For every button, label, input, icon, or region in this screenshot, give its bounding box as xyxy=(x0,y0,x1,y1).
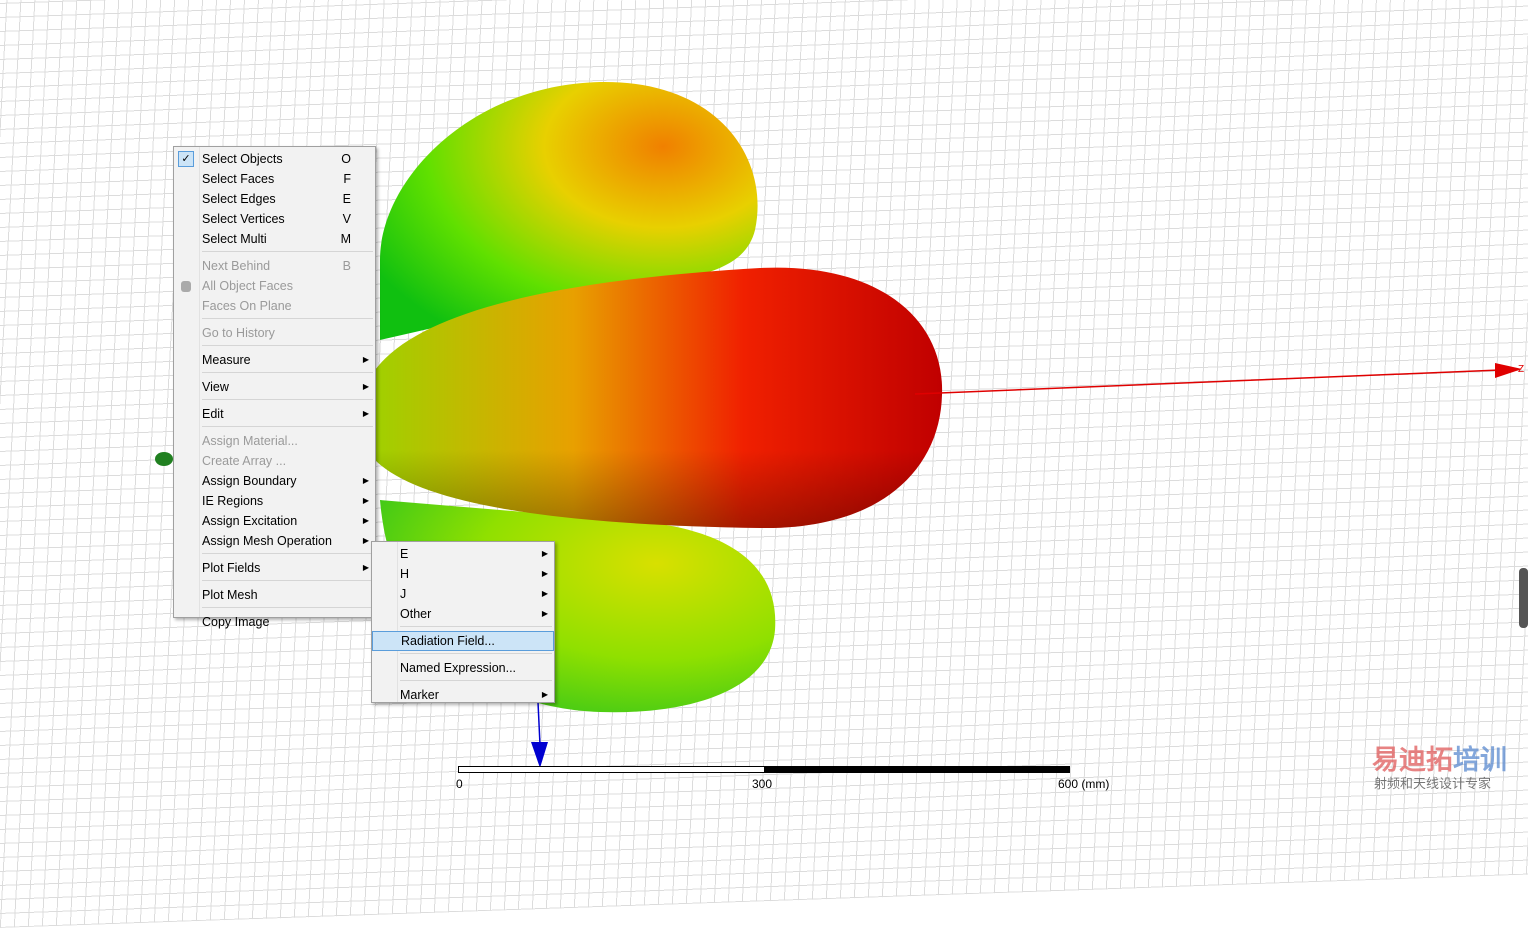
menu-item-radiation-field[interactable]: Radiation Field... xyxy=(372,631,554,651)
menu-item-assign-material: Assign Material... xyxy=(174,431,375,451)
submenu-arrow-icon: ▶ xyxy=(362,563,369,572)
menu-item-label: Assign Material... xyxy=(202,434,298,448)
watermark-tagline: 射频和天线设计专家 xyxy=(1374,776,1492,791)
menu-item-label: Faces On Plane xyxy=(202,299,292,313)
watermark-logo: 易迪拓培训 xyxy=(1372,745,1507,775)
small-lobe xyxy=(155,452,173,466)
check-icon: ✓ xyxy=(178,151,194,167)
menu-item-label: Marker xyxy=(400,688,439,702)
plot-fields-submenu: E ▶ H ▶ J ▶ Other ▶ Radiation Field... Named Expr… xyxy=(371,541,555,703)
menu-item-label: E xyxy=(400,547,409,561)
menu-item-label: Assign Mesh Operation xyxy=(202,534,332,548)
submenu-arrow-icon: ▶ xyxy=(541,609,548,618)
menu-item-label: Next Behind xyxy=(202,259,271,273)
menu-item-select-multi[interactable]: Select Multi M xyxy=(174,229,375,249)
y-axis xyxy=(537,701,541,746)
submenu-arrow-icon: ▶ xyxy=(541,549,548,558)
menu-item-assign-boundary[interactable]: Assign Boundary ▶ xyxy=(174,471,375,491)
menu-item-label: J xyxy=(400,587,407,601)
menu-item-select-vertices[interactable]: Select Vertices V xyxy=(174,209,375,229)
menu-item-named-expression[interactable]: Named Expression... xyxy=(372,658,554,678)
menu-item-label: Copy Image xyxy=(202,615,270,629)
menu-item-assign-excitation[interactable]: Assign Excitation ▶ xyxy=(174,511,375,531)
shortcut-key: B xyxy=(342,259,351,273)
menu-item-label: Select Edges xyxy=(202,192,276,206)
menu-item-edit[interactable]: Edit ▶ xyxy=(174,404,375,424)
z-axis-label: Z xyxy=(1518,364,1524,375)
scale-tick: 0 xyxy=(456,777,463,791)
submenu-arrow-icon: ▶ xyxy=(362,409,369,418)
menu-item-view[interactable]: View ▶ xyxy=(174,377,375,397)
faces-icon xyxy=(181,281,191,292)
z-axis xyxy=(914,369,1501,395)
scrollbar[interactable] xyxy=(1519,568,1528,628)
submenu-arrow-icon: ▶ xyxy=(362,355,369,364)
menu-item-go-to-history: Go to History xyxy=(174,323,375,343)
menu-item-plot-fields[interactable]: Plot Fields ▶ xyxy=(174,558,375,578)
menu-item-label: Radiation Field... xyxy=(401,634,495,648)
menu-item-label: Plot Fields xyxy=(202,561,261,575)
submenu-arrow-icon: ▶ xyxy=(541,589,548,598)
menu-item-label: View xyxy=(202,380,229,394)
submenu-arrow-icon: ▶ xyxy=(541,569,548,578)
menu-item-label: Plot Mesh xyxy=(202,588,258,602)
submenu-arrow-icon: ▶ xyxy=(362,536,369,545)
y-axis-arrow xyxy=(531,742,548,768)
submenu-arrow-icon: ▶ xyxy=(541,690,548,699)
menu-item-all-object-faces: All Object Faces xyxy=(174,276,375,296)
menu-item-label: Go to History xyxy=(202,326,275,340)
menu-item-next-behind: Next Behind B xyxy=(174,256,375,276)
menu-item-label: Select Faces xyxy=(202,172,275,186)
menu-item-label: Select Objects xyxy=(202,152,283,166)
menu-item-label: Select Vertices xyxy=(202,212,285,226)
menu-item-other[interactable]: Other ▶ xyxy=(372,604,554,624)
menu-item-marker[interactable]: Marker ▶ xyxy=(372,685,554,705)
menu-item-j[interactable]: J ▶ xyxy=(372,584,554,604)
menu-item-h[interactable]: H ▶ xyxy=(372,564,554,584)
menu-item-label: Other xyxy=(400,607,432,621)
context-menu: ✓ Select Objects O Select Faces F Select Edge… xyxy=(173,146,376,629)
submenu-arrow-icon: ▶ xyxy=(362,496,369,505)
menu-item-create-array: Create Array ... xyxy=(174,451,375,471)
menu-item-label: Assign Boundary xyxy=(202,474,297,488)
menu-item-label: IE Regions xyxy=(202,494,264,508)
shortcut-key: F xyxy=(343,172,351,186)
menu-item-plot-mesh[interactable]: Plot Mesh xyxy=(174,585,375,605)
shortcut-key: E xyxy=(342,192,351,206)
menu-item-label: H xyxy=(400,567,410,581)
submenu-arrow-icon: ▶ xyxy=(362,382,369,391)
menu-item-label: Edit xyxy=(202,407,224,421)
menu-item-label: Measure xyxy=(202,353,251,367)
menu-item-e[interactable]: E ▶ xyxy=(372,544,554,564)
shortcut-key: O xyxy=(341,152,351,166)
menu-item-label: Create Array ... xyxy=(202,454,287,468)
scale-tick: 300 xyxy=(752,777,773,791)
submenu-arrow-icon: ▶ xyxy=(362,476,369,485)
menu-item-ie-regions[interactable]: IE Regions ▶ xyxy=(174,491,375,511)
menu-item-select-objects[interactable]: ✓ Select Objects O xyxy=(174,149,375,169)
menu-item-assign-mesh-operation[interactable]: Assign Mesh Operation ▶ xyxy=(174,531,375,551)
scale-tick: 600 (mm) xyxy=(1058,777,1110,791)
shortcut-key: M xyxy=(340,232,351,246)
scale-bar xyxy=(458,766,1070,773)
menu-item-select-faces[interactable]: Select Faces F xyxy=(174,169,375,189)
menu-item-label: Select Multi xyxy=(202,232,267,246)
menu-item-label: Assign Excitation xyxy=(202,514,298,528)
submenu-arrow-icon: ▶ xyxy=(362,516,369,525)
menu-item-faces-on-plane: Faces On Plane xyxy=(174,296,375,316)
menu-item-label: All Object Faces xyxy=(202,279,294,293)
menu-item-select-edges[interactable]: Select Edges E xyxy=(174,189,375,209)
menu-item-copy-image[interactable]: Copy Image xyxy=(174,612,375,632)
shortcut-key: V xyxy=(342,212,351,226)
menu-item-measure[interactable]: Measure ▶ xyxy=(174,350,375,370)
menu-item-label: Named Expression... xyxy=(400,661,517,675)
